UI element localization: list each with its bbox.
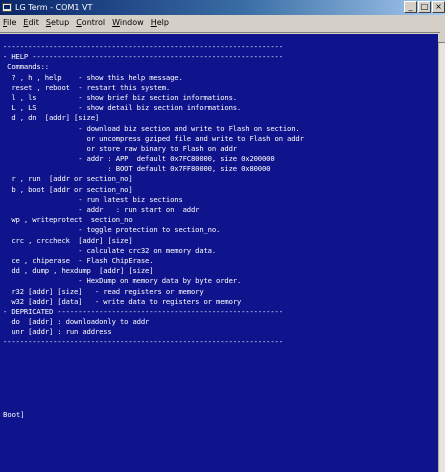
- window-controls: _ □ ×: [404, 1, 445, 13]
- terminal-line: - addr : run start on addr: [3, 205, 200, 214]
- terminal-line: Commands::: [3, 62, 49, 72]
- terminal-line: w32 [addr] [data] - write data to regist…: [3, 296, 242, 306]
- close-button[interactable]: ×: [432, 1, 445, 13]
- menu-separator: [0, 29, 440, 33]
- terminal-line: unr [addr] : run address: [3, 327, 112, 337]
- terminal-line: - download biz section and write to Flas…: [3, 123, 300, 133]
- menu-control[interactable]: Control: [76, 18, 105, 27]
- terminal-line: or store raw binary to Flash on addr: [3, 143, 238, 153]
- terminal-line: r32 [addr] [size] - read registers or me…: [3, 286, 204, 296]
- menu-edit[interactable]: Edit: [23, 18, 39, 27]
- terminal-line: reset , reboot - restart this system.: [3, 82, 171, 92]
- scroll-up-arrow-icon[interactable]: [438, 34, 445, 43]
- window-title: LG Term - COM1 VT: [15, 3, 93, 12]
- menu-window[interactable]: Window: [112, 18, 144, 27]
- terminal-line: l , ls - show brief biz section informat…: [3, 92, 237, 102]
- menu-bar: File Edit Setup Control Window Help: [0, 15, 445, 29]
- terminal-line: ----------------------------------------…: [3, 42, 283, 51]
- maximize-button[interactable]: □: [418, 1, 431, 13]
- terminal-line: ? , h , help - show this help message.: [3, 72, 183, 82]
- terminal-line: - HELP ---------------------------------…: [3, 52, 283, 62]
- terminal-line: d , dn [addr] [size]: [3, 113, 100, 123]
- terminal-line: do [addr] : downloadonly to addr: [3, 317, 150, 327]
- terminal-line: - DEPRICATED ---------------------------…: [3, 306, 283, 316]
- terminal-line: - run latest biz sections: [3, 194, 183, 204]
- terminal-app-icon[interactable]: [2, 3, 12, 12]
- minimize-button[interactable]: _: [404, 1, 417, 13]
- terminal-line: - HexDump on memory data by byte order.: [3, 276, 242, 286]
- terminal-line: L , LS - show detail biz section informa…: [3, 103, 242, 113]
- terminal-line: - addr : APP default 0x7FC80000, size 0x…: [3, 154, 275, 164]
- terminal-line: - toggle protection to section_no.: [3, 225, 221, 235]
- terminal-line: crc , crccheck [addr] [size]: [3, 235, 133, 245]
- terminal-line: or uncompress gziped file and write to F…: [3, 133, 304, 143]
- terminal-line: r , run [addr or section_no]: [3, 174, 133, 184]
- terminal-line: ----------------------------------------…: [3, 337, 283, 347]
- terminal-window: LG Term - COM1 VT _ □ × File Edit Setup …: [0, 0, 445, 472]
- terminal-line: b , boot [addr or section_no]: [3, 184, 133, 194]
- terminal-line: dd , dump , hexdump [addr] [size]: [3, 266, 154, 276]
- terminal-prompt: Boot]: [3, 410, 25, 419]
- terminal-line: - calculate crc32 on memory data.: [3, 245, 217, 255]
- terminal-line: wp , writeprotect section_no: [3, 215, 133, 225]
- terminal-output[interactable]: ----------------------------------------…: [0, 34, 438, 472]
- title-bar[interactable]: LG Term - COM1 VT _ □ ×: [0, 0, 445, 15]
- menu-setup[interactable]: Setup: [46, 18, 69, 27]
- terminal-line: ce , chiperase - Flash ChipErase.: [3, 255, 154, 265]
- terminal-line: : BOOT default 0x7FF80000, size 0x80000: [3, 164, 271, 174]
- menu-help[interactable]: Help: [151, 18, 169, 27]
- vertical-scrollbar[interactable]: [438, 34, 445, 472]
- menu-file[interactable]: File: [3, 18, 16, 27]
